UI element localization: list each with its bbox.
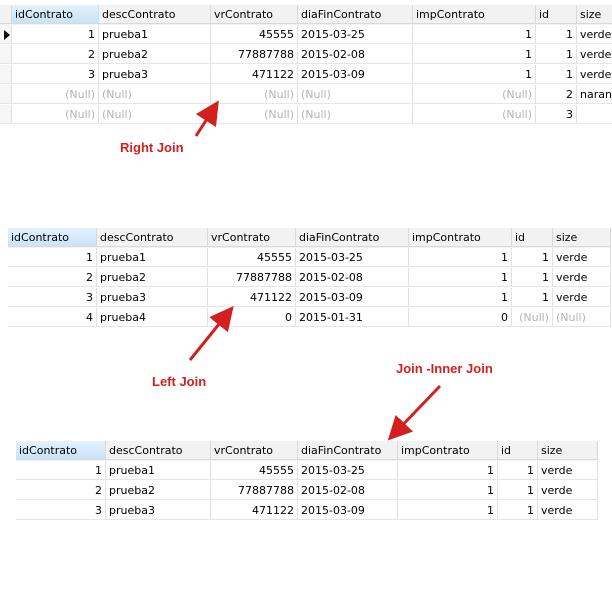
right-join-arrow-icon <box>188 100 442 441</box>
